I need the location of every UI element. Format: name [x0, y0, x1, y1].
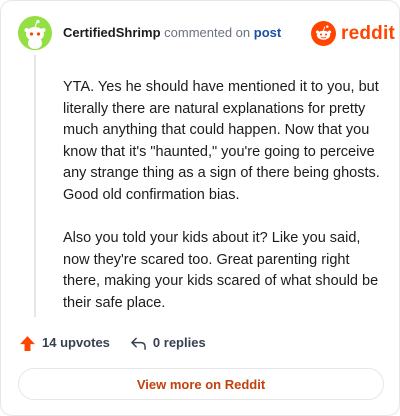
post-link[interactable]: post: [254, 25, 281, 40]
snoo-avatar-icon: [18, 16, 52, 50]
commented-on-text: commented on: [164, 25, 251, 40]
upvote-count: 14 upvotes: [42, 335, 110, 350]
view-more-button[interactable]: View more on Reddit: [18, 368, 384, 400]
reddit-logo[interactable]: reddit: [311, 21, 395, 46]
comment-header: CertifiedShrimp commented on post: [63, 25, 281, 41]
reply-count: 0 replies: [152, 335, 206, 350]
username-link[interactable]: CertifiedShrimp: [63, 25, 161, 40]
reddit-snoo-icon: [311, 21, 336, 46]
comment-paragraph: YTA. Yes he should have mentioned it to …: [63, 79, 380, 203]
reddit-wordmark: reddit: [341, 22, 395, 44]
upvote-action[interactable]: 14 upvotes: [19, 334, 110, 352]
comment-body: YTA. Yes he should have mentioned it to …: [63, 77, 383, 336]
comment-paragraph: Also you told your kids about it? Like y…: [63, 230, 379, 311]
comment-embed-card: CertifiedShrimp commented on post reddit…: [0, 0, 400, 416]
upvote-arrow-icon[interactable]: [19, 335, 36, 352]
thread-line: [34, 55, 36, 317]
avatar[interactable]: [18, 16, 52, 50]
reply-action[interactable]: 0 replies: [130, 334, 206, 352]
reply-arrow-icon[interactable]: [130, 336, 147, 351]
comment-actions: 14 upvotes 0 replies: [19, 334, 206, 352]
